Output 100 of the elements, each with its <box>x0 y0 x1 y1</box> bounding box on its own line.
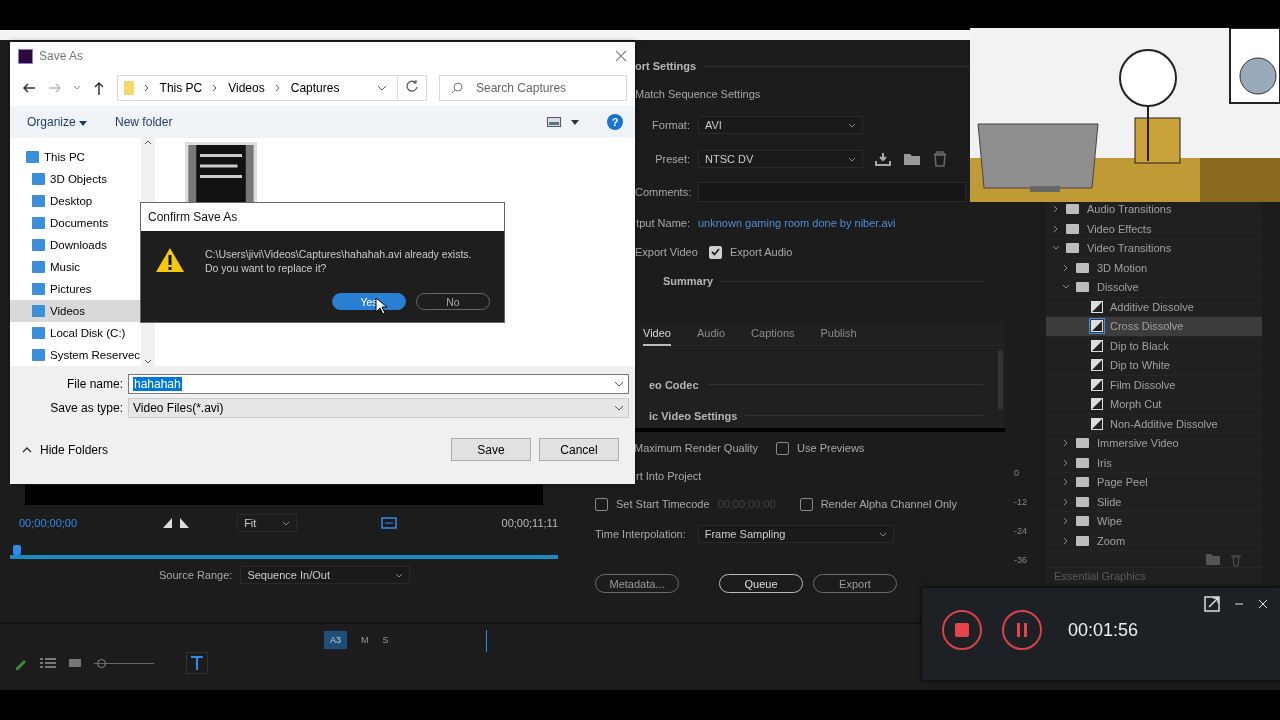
chevron-down-icon <box>282 520 291 526</box>
export-audio-label: Export Audio <box>730 246 793 258</box>
format-dropdown[interactable]: AVI <box>698 116 863 134</box>
folder-icon <box>1076 457 1089 468</box>
transition-icon <box>1090 358 1104 373</box>
transition-icon <box>1090 397 1104 412</box>
sidebar-item[interactable]: 3D Objects <box>10 168 141 190</box>
tree-item[interactable]: Immersive Video <box>1046 434 1262 454</box>
chevron-down-icon <box>614 405 624 411</box>
preset-dropdown[interactable]: NTSC DV <box>698 150 863 168</box>
meter-tick: -12 <box>1014 497 1027 507</box>
tab[interactable]: Publish <box>820 322 857 346</box>
sidebar-item[interactable]: Music <box>10 256 141 278</box>
output-name-link[interactable]: unknown gaming room done by niber.avi <box>698 217 896 229</box>
transition-icon <box>1090 416 1104 431</box>
tree-item[interactable]: Slide <box>1046 492 1262 512</box>
mute-toggle[interactable]: M <box>361 631 369 645</box>
solo-toggle[interactable]: S <box>382 631 389 645</box>
sidebar-item[interactable]: This PC <box>10 146 141 168</box>
source-range-dropdown[interactable]: Sequence In/Out <box>240 566 411 584</box>
tab[interactable]: Captions <box>751 322 795 346</box>
scroll-up-icon[interactable] <box>144 140 152 145</box>
view-icon[interactable] <box>547 117 561 127</box>
chevron-up-icon[interactable] <box>22 446 32 453</box>
download-icon[interactable] <box>875 152 891 166</box>
track-label[interactable]: A3 <box>324 631 347 649</box>
tree-item[interactable]: Wipe <box>1046 512 1262 532</box>
folder-icon <box>1066 243 1079 254</box>
dialog-button[interactable]: Save <box>451 438 531 461</box>
list-view-icon[interactable] <box>40 657 56 669</box>
start-timecode-checkbox[interactable] <box>595 497 608 511</box>
meter-tick: -24 <box>1014 526 1027 536</box>
use-previews-checkbox[interactable] <box>776 441 790 455</box>
sidebar-item[interactable]: Documents <box>10 212 141 234</box>
start-timecode-label: Set Start Timecode <box>616 498 710 510</box>
caret-icon[interactable] <box>571 119 579 125</box>
output-name-label: tput Name: <box>635 217 690 229</box>
organize-menu[interactable]: Organize <box>27 115 88 129</box>
dialog-button[interactable]: Cancel <box>539 438 619 461</box>
folder-icon <box>1066 223 1079 234</box>
cursor-icon <box>375 297 387 315</box>
tree-item[interactable]: Zoom <box>1046 531 1262 551</box>
save-type-dropdown[interactable]: Video Files(*.avi) <box>128 398 629 418</box>
render-alpha-checkbox[interactable] <box>799 497 813 511</box>
playhead-handle[interactable] <box>13 545 21 555</box>
chevron-down-icon[interactable] <box>377 85 387 91</box>
tab[interactable]: Audio <box>696 322 726 346</box>
tree-item[interactable]: Video Effects <box>1046 219 1262 239</box>
pause-button[interactable] <box>1002 610 1042 650</box>
caret-icon <box>79 121 88 126</box>
mark-out-icon[interactable] <box>180 518 190 528</box>
folder-icon[interactable] <box>903 152 921 166</box>
mark-in-icon[interactable] <box>163 518 173 528</box>
tree-item[interactable]: 3D Motion <box>1046 258 1262 278</box>
tree-item[interactable]: Page Peel <box>1046 473 1262 493</box>
folder-icon <box>1066 204 1079 215</box>
tree-item[interactable]: Dissolve <box>1046 278 1262 298</box>
type-tool-icon[interactable] <box>186 652 208 674</box>
refresh-icon[interactable] <box>406 80 418 92</box>
tree-item[interactable]: Non-Additive Dissolve <box>1046 414 1262 434</box>
timecode-out: 00;00;11;11 <box>501 517 558 529</box>
up-icon[interactable] <box>92 81 105 95</box>
tree-item[interactable]: Iris <box>1046 453 1262 473</box>
tree-item[interactable]: Dip to White <box>1046 356 1262 376</box>
zoom-dropdown[interactable]: Fit <box>237 514 298 532</box>
breadcrumb[interactable]: Videos <box>228 81 265 95</box>
breadcrumb[interactable]: Captures <box>290 81 340 95</box>
export-audio-checkbox[interactable] <box>709 245 722 259</box>
message-text: Do you want to replace it? <box>205 261 328 275</box>
sidebar-item[interactable]: Local Disk (C:) <box>10 322 141 344</box>
sidebar-item[interactable]: Downloads <box>10 234 141 256</box>
address-bar[interactable]: This PC Videos Captures <box>116 75 427 101</box>
tree-item[interactable]: Video Transitions <box>1046 239 1262 259</box>
scroll-down-icon[interactable] <box>144 359 152 364</box>
sidebar-item[interactable]: Videos <box>10 300 141 322</box>
search-field[interactable]: Search Captures <box>439 75 627 101</box>
sidebar-item[interactable]: Pictures <box>10 278 141 300</box>
icon-view-icon[interactable] <box>68 657 82 669</box>
hide-folders-button[interactable]: Hide Folders <box>40 442 109 457</box>
tree-item[interactable]: Morph Cut <box>1046 395 1262 415</box>
file-name-field[interactable]: hahahah <box>128 374 629 394</box>
expand-icon[interactable] <box>1204 596 1220 612</box>
time-interpolation-dropdown[interactable]: Frame Sampling <box>697 525 894 543</box>
chevron-right-icon <box>274 84 281 92</box>
new-folder-button[interactable]: New folder <box>115 115 173 129</box>
timecode-in[interactable]: 00;00;00;00 <box>19 517 78 529</box>
sidebar-item[interactable]: Desktop <box>10 190 141 212</box>
safe-margins-icon[interactable] <box>381 516 398 530</box>
section-heading: Summary <box>663 275 714 287</box>
sidebar-item[interactable]: System Reservec <box>10 344 141 366</box>
tree-item[interactable]: Cross Dissolve <box>1046 317 1262 337</box>
warning-icon <box>155 247 185 273</box>
tree-item[interactable]: Dip to Black <box>1046 336 1262 356</box>
trash-icon[interactable] <box>933 151 947 167</box>
tree-item[interactable]: Film Dissolve <box>1046 375 1262 395</box>
help-button[interactable]: ? <box>607 114 623 130</box>
back-icon[interactable] <box>22 82 36 94</box>
stop-button[interactable] <box>942 610 982 650</box>
breadcrumb[interactable]: This PC <box>159 81 203 95</box>
chevron-down-icon <box>878 531 887 537</box>
